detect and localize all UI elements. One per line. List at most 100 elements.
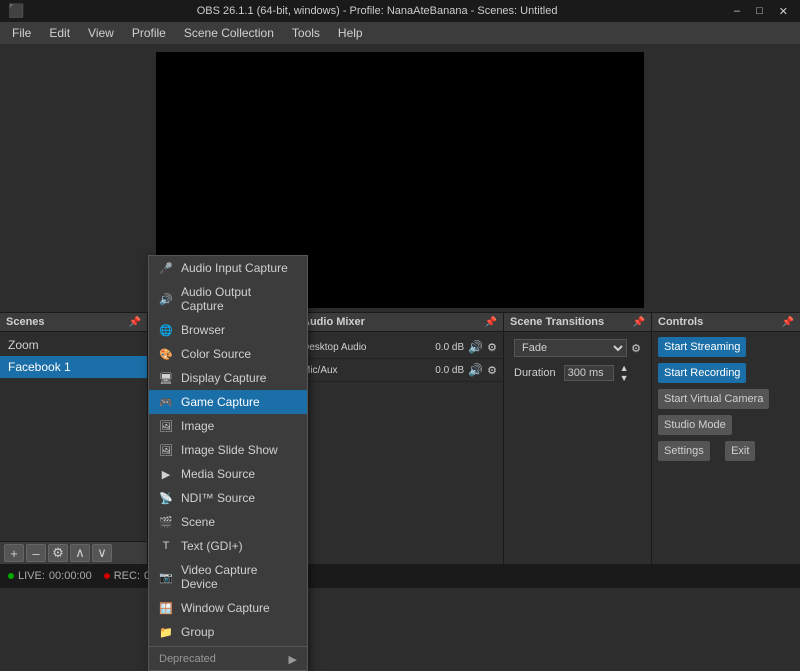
ctx-media-source[interactable]: ▶ Media Source (149, 462, 307, 486)
desktop-audio-mute-button[interactable]: 🔊 (468, 340, 483, 354)
audio-header: Audio Mixer 📌 (296, 313, 503, 332)
ctx-image-slideshow[interactable]: 🖼 Image Slide Show (149, 438, 307, 462)
controls-header: Controls 📌 (652, 313, 800, 332)
start-virtual-camera-button[interactable]: Start Virtual Camera (658, 389, 769, 409)
ctx-group[interactable]: 📁 Group (149, 620, 307, 644)
transitions-header: Scene Transitions 📌 (504, 313, 651, 332)
ctx-game-capture[interactable]: 🎮 Game Capture (149, 390, 307, 414)
menu-bar: File Edit View Profile Scene Collection … (0, 22, 800, 44)
ctx-ndi-source[interactable]: 📡 NDI™ Source (149, 486, 307, 510)
ctx-text-gdi-label: Text (GDI+) (181, 539, 243, 553)
game-capture-icon: 🎮 (159, 396, 173, 409)
start-recording-button[interactable]: Start Recording (658, 363, 746, 383)
ctx-deprecated[interactable]: Deprecated ▶ (149, 649, 307, 670)
ctx-video-capture-label: Video Capture Device (181, 563, 297, 591)
image-icon: 🖼 (159, 420, 173, 433)
transitions-gear-icon[interactable]: ⚙ (631, 342, 641, 355)
title-text: OBS 26.1.1 (64-bit, windows) - Profile: … (24, 5, 730, 17)
ctx-separator (149, 646, 307, 647)
transition-duration-row: Duration ▲ ▼ (508, 360, 647, 386)
mic-audio-settings-button[interactable]: ⚙ (487, 364, 497, 377)
menu-profile[interactable]: Profile (124, 24, 174, 42)
scene-icon: 🎬 (159, 516, 173, 529)
controls-panel: Controls 📌 Start Streaming Start Recordi… (652, 313, 800, 564)
ctx-ndi-source-label: NDI™ Source (181, 491, 255, 505)
ctx-audio-input[interactable]: 🎤 Audio Input Capture (149, 256, 307, 280)
ctx-browser-label: Browser (181, 323, 225, 337)
menu-help[interactable]: Help (330, 24, 371, 42)
scene-item-zoom[interactable]: Zoom (0, 334, 147, 356)
scene-remove-button[interactable]: – (26, 544, 46, 562)
ctx-image-slideshow-label: Image Slide Show (181, 443, 278, 457)
transition-type-select[interactable]: Fade (514, 339, 627, 357)
close-button[interactable]: ✕ (775, 5, 792, 18)
color-source-icon: 🎨 (159, 348, 173, 361)
scene-item-facebook[interactable]: Facebook 1 (0, 356, 147, 378)
ctx-window-capture-label: Window Capture (181, 601, 270, 615)
ctx-media-source-label: Media Source (181, 467, 255, 481)
image-slideshow-icon: 🖼 (159, 444, 173, 457)
desktop-audio-label: Desktop Audio (302, 342, 372, 353)
scene-up-button[interactable]: ∧ (70, 544, 90, 562)
ctx-deprecated-arrow: ▶ (289, 653, 297, 666)
ctx-game-capture-label: Game Capture (181, 395, 260, 409)
desktop-audio-settings-button[interactable]: ⚙ (487, 341, 497, 354)
audio-channel-desktop: Desktop Audio 0.0 dB 🔊 ⚙ (296, 336, 503, 359)
ctx-display-capture[interactable]: 🖥 Display Capture (149, 366, 307, 390)
transitions-panel: Scene Transitions 📌 Fade ⚙ Duration ▲ ▼ (504, 313, 652, 564)
ctx-browser[interactable]: 🌐 Browser (149, 318, 307, 342)
ctx-deprecated-label: Deprecated (159, 653, 216, 666)
group-icon: 📁 (159, 626, 173, 639)
ctx-image[interactable]: 🖼 Image (149, 414, 307, 438)
duration-input[interactable] (564, 365, 614, 381)
text-gdi-icon: T (159, 540, 173, 552)
mic-audio-db: 0.0 dB (432, 365, 464, 376)
settings-button[interactable]: Settings (658, 441, 710, 461)
studio-mode-button[interactable]: Studio Mode (658, 415, 732, 435)
context-menu: 🎤 Audio Input Capture 🔊 Audio Output Cap… (148, 255, 308, 671)
duration-up-button[interactable]: ▲ (620, 363, 629, 373)
ctx-audio-input-label: Audio Input Capture (181, 261, 288, 275)
display-capture-icon: 🖥 (159, 372, 173, 385)
mic-aux-label: Mic/Aux (302, 365, 372, 376)
audio-channels: Desktop Audio 0.0 dB 🔊 ⚙ Mic (296, 332, 503, 564)
scenes-pin-icon: 📌 (129, 317, 141, 328)
duration-down-button[interactable]: ▼ (620, 373, 629, 383)
transitions-content: Fade ⚙ Duration ▲ ▼ (504, 332, 651, 390)
ctx-window-capture[interactable]: 🪟 Window Capture (149, 596, 307, 620)
menu-edit[interactable]: Edit (41, 24, 78, 42)
ctx-image-label: Image (181, 419, 214, 433)
live-label: LIVE: (18, 570, 45, 582)
duration-label: Duration (514, 367, 556, 379)
controls-pin-icon: 📌 (782, 317, 794, 328)
start-streaming-button[interactable]: Start Streaming (658, 337, 746, 357)
maximize-button[interactable]: □ (752, 5, 767, 18)
mic-audio-mute-button[interactable]: 🔊 (468, 363, 483, 377)
scenes-panel: Scenes 📌 Zoom Facebook 1 + – ⚙ ∧ ∨ (0, 313, 148, 564)
scenes-buttons: + – ⚙ ∧ ∨ (0, 541, 147, 564)
scenes-list: Zoom Facebook 1 (0, 332, 147, 541)
audio-mixer-panel: Audio Mixer 📌 Desktop Audio 0.0 dB (296, 313, 504, 564)
scene-add-button[interactable]: + (4, 544, 24, 562)
scene-down-button[interactable]: ∨ (92, 544, 112, 562)
rec-dot (104, 573, 110, 579)
scene-settings-button[interactable]: ⚙ (48, 544, 68, 562)
live-time: 00:00:00 (49, 570, 92, 582)
menu-file[interactable]: File (4, 24, 39, 42)
menu-view[interactable]: View (80, 24, 122, 42)
menu-tools[interactable]: Tools (284, 24, 328, 42)
minimize-button[interactable]: – (730, 5, 744, 18)
ctx-audio-output[interactable]: 🔊 Audio Output Capture (149, 280, 307, 318)
app-icon: ⬛ (8, 3, 24, 19)
audio-input-icon: 🎤 (159, 262, 173, 275)
status-bar: LIVE: 00:00:00 REC: 00:00:00 CPU: 1.7%, … (0, 564, 800, 588)
ctx-color-source[interactable]: 🎨 Color Source (149, 342, 307, 366)
menu-scene-collection[interactable]: Scene Collection (176, 24, 282, 42)
exit-button[interactable]: Exit (725, 441, 755, 461)
window-capture-icon: 🪟 (159, 602, 173, 615)
controls-content: Start Streaming Start Recording Start Vi… (652, 332, 800, 466)
ctx-text-gdi[interactable]: T Text (GDI+) (149, 534, 307, 558)
audio-channel-mic: Mic/Aux 0.0 dB 🔊 ⚙ (296, 359, 503, 382)
ctx-color-source-label: Color Source (181, 347, 251, 361)
ctx-scene[interactable]: 🎬 Scene (149, 510, 307, 534)
